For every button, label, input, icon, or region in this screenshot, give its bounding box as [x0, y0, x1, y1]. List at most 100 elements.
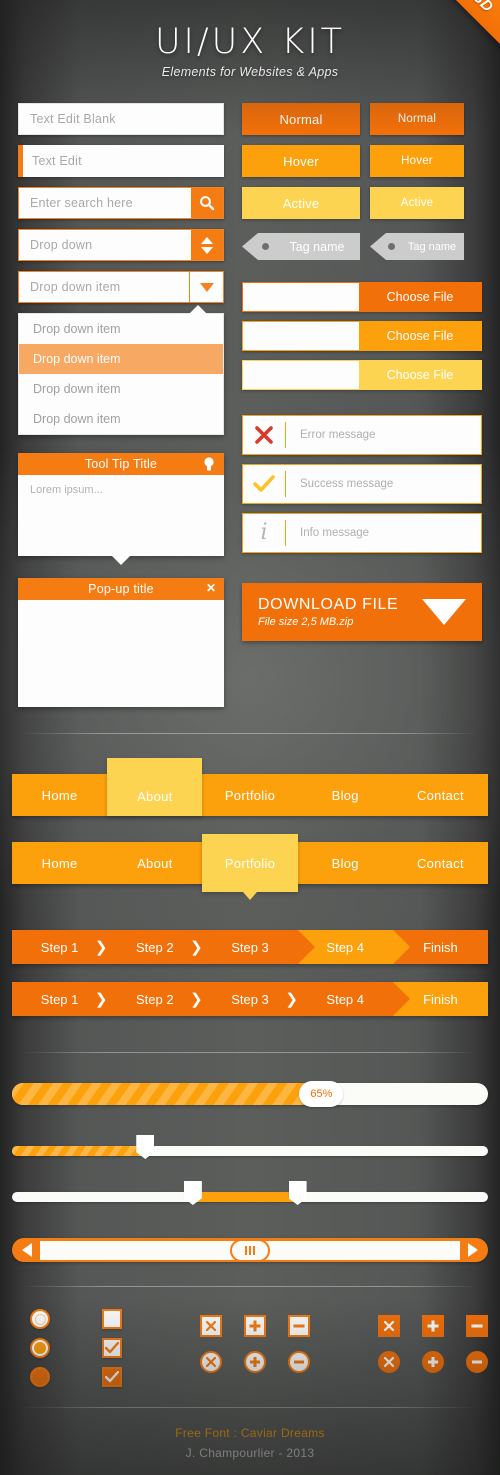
button-normal-narrow[interactable]: Normal — [370, 103, 464, 135]
close-circle-icon[interactable] — [200, 1351, 222, 1373]
menu-item-home[interactable]: Home — [12, 774, 107, 816]
page-header: UI/UX KIT Elements for Websites & Apps F… — [0, 0, 500, 79]
tooltip-body: Lorem ipsum... — [18, 475, 224, 556]
list-item[interactable]: Drop down item — [19, 404, 223, 434]
step-1[interactable]: Step 1 ❯ — [12, 982, 107, 1016]
checkbox-empty[interactable] — [102, 1309, 122, 1329]
menu-item-about[interactable]: About — [107, 758, 203, 816]
button-hover-wide[interactable]: Hover — [242, 145, 360, 177]
list-item[interactable]: Drop down item — [19, 314, 223, 344]
tag-large[interactable]: Tag name — [242, 233, 360, 260]
button-hover-narrow[interactable]: Hover — [370, 145, 464, 177]
elements-columns: Text Edit Blank Text Edit Enter search h… — [0, 103, 500, 707]
grip-icon — [245, 1245, 247, 1255]
step-3[interactable]: Step 3 ❯ — [202, 982, 298, 1016]
close-icon[interactable]: ✕ — [206, 581, 216, 595]
choose-file-button[interactable]: Choose File — [359, 322, 481, 350]
plus-circle-icon[interactable] — [244, 1351, 266, 1373]
plus-circle-solid-icon[interactable] — [422, 1351, 444, 1373]
step-label: Step 4 — [326, 991, 364, 1007]
radio-empty[interactable] — [30, 1309, 50, 1329]
menu-item-portfolio[interactable]: Portfolio — [202, 834, 298, 900]
popup-header: Pop-up title ✕ — [18, 578, 224, 600]
slider-range[interactable] — [12, 1181, 488, 1205]
step-1[interactable]: Step 1 ❯ — [12, 930, 107, 964]
menu-item-blog[interactable]: Blog — [298, 842, 393, 884]
arrow-left-icon[interactable] — [22, 1243, 32, 1257]
scrollbar-thumb[interactable] — [230, 1238, 270, 1262]
popup-body — [18, 600, 224, 707]
nav-menu-secondary: Home About Portfolio Blog Contact — [12, 834, 488, 900]
download-subtitle: File size 2,5 MB.zip — [258, 616, 354, 628]
download-arrow-icon — [422, 599, 466, 625]
search-field[interactable]: Enter search here — [18, 187, 224, 219]
close-square-icon[interactable] — [200, 1315, 222, 1337]
checkbox-checked-filled[interactable] — [102, 1367, 122, 1387]
menu-item-blog[interactable]: Blog — [298, 774, 393, 816]
file-input-normal[interactable]: Choose File — [242, 282, 482, 312]
chevron-down-icon[interactable] — [189, 272, 223, 302]
text-edit-focused-field[interactable]: Text Edit — [18, 145, 224, 177]
updown-arrows-icon[interactable] — [191, 230, 223, 260]
icon-group-solid — [372, 1309, 494, 1379]
controls-section — [0, 1287, 500, 1387]
page-subtitle: Elements for Websites & Apps — [161, 65, 339, 79]
step-4[interactable]: Step 4 — [297, 982, 411, 1016]
choose-file-button[interactable]: Choose File — [359, 283, 481, 311]
success-message: Success message — [242, 464, 482, 504]
tag-small[interactable]: Tag name — [370, 233, 464, 260]
file-input-active[interactable]: Choose File — [242, 360, 482, 390]
list-item[interactable]: Drop down item — [19, 374, 223, 404]
file-input-hover[interactable]: Choose File — [242, 321, 482, 351]
button-row-active: Active Active — [242, 187, 482, 219]
button-active-wide[interactable]: Active — [242, 187, 360, 219]
message-text: Info message — [300, 527, 370, 539]
step-2[interactable]: Step 2 ❯ — [107, 982, 203, 1016]
popup-panel: Pop-up title ✕ — [18, 578, 224, 707]
arrow-right-icon[interactable] — [468, 1243, 478, 1257]
step-3[interactable]: Step 3 — [202, 930, 315, 964]
minus-square-icon[interactable] — [288, 1315, 310, 1337]
button-normal-wide[interactable]: Normal — [242, 103, 360, 135]
close-square-solid-icon[interactable] — [378, 1315, 400, 1337]
list-item[interactable]: Drop down item — [19, 344, 223, 374]
download-title: DOWNLOAD FILE — [258, 596, 399, 613]
download-text-group: DOWNLOAD FILE File size 2,5 MB.zip — [258, 596, 398, 628]
radio-hover[interactable] — [30, 1338, 50, 1358]
plus-square-icon[interactable] — [244, 1315, 266, 1337]
horizontal-scrollbar[interactable] — [12, 1238, 488, 1262]
menu-item-about[interactable]: About — [107, 842, 202, 884]
scrollbar-track[interactable] — [40, 1238, 460, 1262]
menu-item-contact[interactable]: Contact — [393, 842, 488, 884]
search-icon[interactable] — [191, 188, 223, 218]
step-label: Finish — [423, 939, 458, 955]
minus-circle-solid-icon[interactable] — [466, 1351, 488, 1373]
button-active-narrow[interactable]: Active — [370, 187, 464, 219]
step-2[interactable]: Step 2 ❯ — [107, 930, 203, 964]
progress-section: 65% — [0, 1081, 500, 1262]
lightbulb-icon — [203, 457, 215, 477]
progress-bar: 65% — [12, 1081, 488, 1107]
minus-square-solid-icon[interactable] — [466, 1315, 488, 1337]
slider-single[interactable] — [12, 1135, 488, 1159]
download-file-button[interactable]: DOWNLOAD FILE File size 2,5 MB.zip — [242, 583, 482, 641]
search-placeholder: Enter search here — [30, 196, 133, 210]
text-edit-blank-field[interactable]: Text Edit Blank — [18, 103, 224, 135]
dropdown-spinner-field[interactable]: Drop down — [18, 229, 224, 261]
grip-icon — [253, 1245, 255, 1255]
icon-group-outline — [194, 1309, 316, 1379]
page-title: UI/UX KIT — [154, 22, 346, 62]
ui-kit-page: UI/UX KIT Elements for Websites & Apps F… — [0, 0, 500, 1475]
menu-item-home[interactable]: Home — [12, 842, 107, 884]
plus-square-solid-icon[interactable] — [422, 1315, 444, 1337]
menu-item-portfolio[interactable]: Portfolio — [202, 774, 297, 816]
close-circle-solid-icon[interactable] — [378, 1351, 400, 1373]
checkbox-checked-outline[interactable] — [102, 1338, 122, 1358]
minus-circle-icon[interactable] — [288, 1351, 310, 1373]
step-label: Step 2 — [136, 991, 174, 1007]
radio-checked[interactable] — [30, 1367, 50, 1387]
choose-file-button[interactable]: Choose File — [359, 361, 481, 389]
dropdown-list[interactable]: Drop down item Drop down item Drop down … — [18, 305, 224, 435]
menu-item-contact[interactable]: Contact — [393, 774, 488, 816]
dropdown-item-field[interactable]: Drop down item — [18, 271, 224, 303]
